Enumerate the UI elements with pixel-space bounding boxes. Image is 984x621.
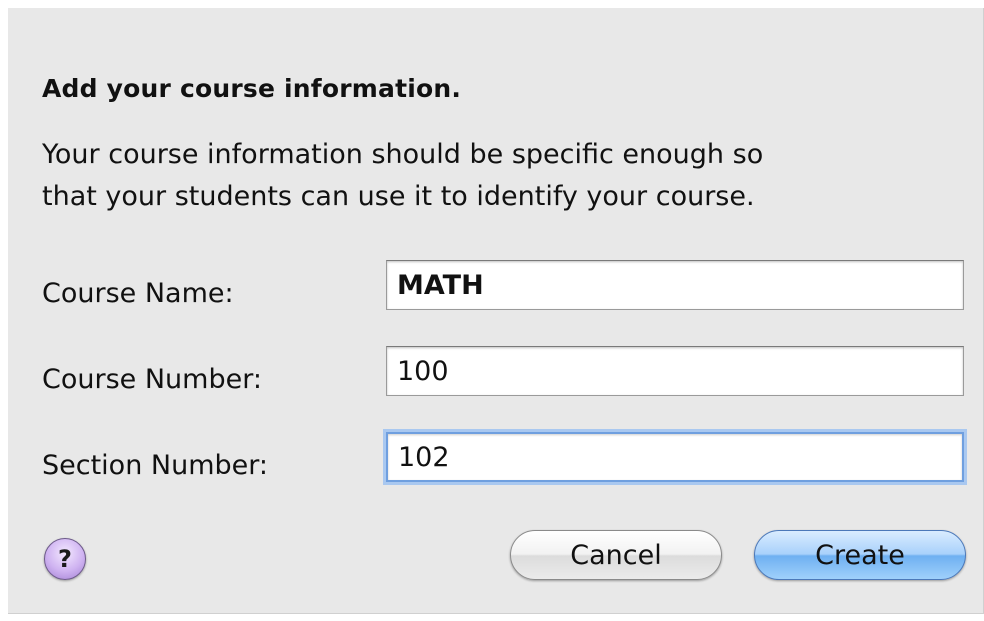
cancel-button-label: Cancel [570, 539, 662, 571]
create-button-label: Create [815, 539, 905, 571]
course-number-label: Course Number: [42, 364, 262, 395]
dialog-description: Your course information should be specif… [42, 134, 972, 218]
cancel-button[interactable]: Cancel [510, 530, 722, 580]
course-info-dialog: Add your course information. Your course… [8, 8, 984, 614]
course-name-label: Course Name: [42, 278, 234, 309]
section-number-label: Section Number: [42, 450, 268, 481]
section-number-input[interactable] [386, 432, 964, 482]
course-name-input[interactable] [386, 260, 964, 310]
question-mark-icon: ? [58, 545, 72, 573]
help-button[interactable]: ? [44, 538, 86, 580]
dialog-heading: Add your course information. [42, 74, 462, 103]
course-number-input[interactable] [386, 346, 964, 396]
description-line-1: Your course information should be specif… [42, 139, 764, 170]
create-button[interactable]: Create [754, 530, 966, 580]
description-line-2: that your students can use it to identif… [42, 181, 755, 212]
